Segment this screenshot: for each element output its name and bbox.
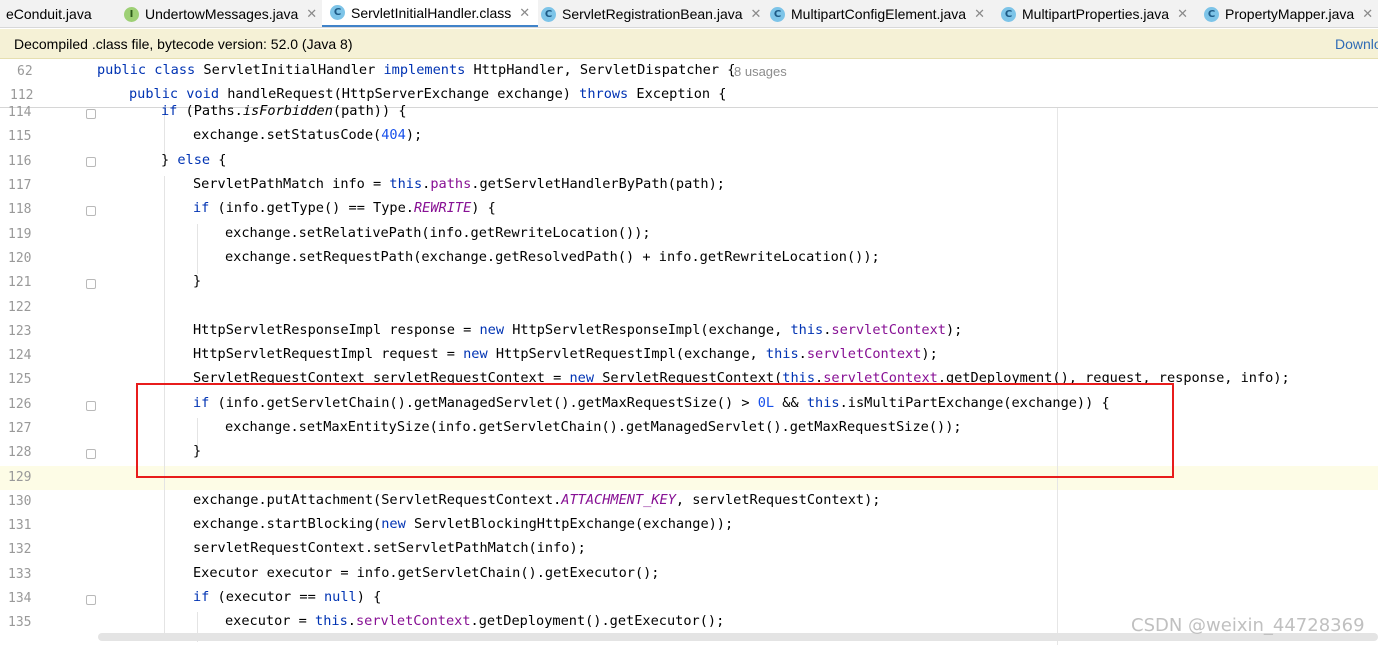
code-line[interactable]: } else { xyxy=(161,152,227,168)
line-number: 117 xyxy=(8,178,32,193)
fold-marker-icon[interactable] xyxy=(86,449,96,459)
code-line[interactable]: exchange.putAttachment(ServletRequestCon… xyxy=(193,492,880,508)
line-number: 127 xyxy=(8,421,32,436)
line-number: 120 xyxy=(8,251,32,266)
line-number: 135 xyxy=(8,615,32,630)
notice-message: Decompiled .class file, bytecode version… xyxy=(14,36,353,52)
code-line[interactable]: executor = this.servletContext.getDeploy… xyxy=(225,613,724,629)
line-number: 115 xyxy=(8,129,32,144)
line-number: 116 xyxy=(8,154,32,169)
line-number: 130 xyxy=(8,494,32,509)
usages-hint[interactable]: 8 usages xyxy=(734,64,787,79)
fold-marker-icon[interactable] xyxy=(86,109,96,119)
class-icon: C xyxy=(1001,6,1016,22)
line-number: 112 xyxy=(10,88,34,103)
download-sources-link[interactable]: Downlo xyxy=(1335,36,1378,52)
tab-label: PropertyMapper.java xyxy=(1225,6,1355,22)
tab-label: ServletRegistrationBean.java xyxy=(562,6,743,22)
tab-propertymapper[interactable]: C PropertyMapper.java ✕ xyxy=(1204,0,1373,27)
tab-undertowmessages[interactable]: I UndertowMessages.java ✕ xyxy=(124,0,317,27)
close-icon[interactable]: ✕ xyxy=(519,5,530,21)
indent-guide xyxy=(197,224,198,274)
code-line[interactable]: exchange.setRequestPath(exchange.getReso… xyxy=(225,249,880,265)
code-line[interactable]: if (info.getType() == Type.REWRITE) { xyxy=(193,200,496,216)
close-icon[interactable]: ✕ xyxy=(1362,6,1373,22)
code-line[interactable]: HttpServletResponseImpl response = new H… xyxy=(193,322,962,338)
line-number: 132 xyxy=(8,542,32,557)
sticky-line-class[interactable]: 62 public class ServletInitialHandler im… xyxy=(0,59,1378,83)
code-line[interactable]: } xyxy=(193,273,201,289)
code-line[interactable]: exchange.startBlocking(new ServletBlocki… xyxy=(193,516,733,532)
line-number: 134 xyxy=(8,591,32,606)
close-icon[interactable]: ✕ xyxy=(751,6,762,22)
class-icon: C xyxy=(770,6,785,22)
code-line[interactable]: servletRequestContext.setServletPathMatc… xyxy=(193,540,586,556)
tab-label: MultipartConfigElement.java xyxy=(791,6,967,22)
line-number: 121 xyxy=(8,275,32,290)
line-number: 128 xyxy=(8,445,32,460)
interface-icon: I xyxy=(124,6,139,22)
line-number: 124 xyxy=(8,348,32,363)
line-number: 125 xyxy=(8,372,32,387)
line-number: 122 xyxy=(8,300,32,315)
fold-marker-icon[interactable] xyxy=(86,401,96,411)
line-number: 62 xyxy=(17,64,33,79)
code-line[interactable]: if (Paths.isForbidden(path)) { xyxy=(161,103,407,119)
code-line[interactable]: exchange.setRelativePath(info.getRewrite… xyxy=(225,225,651,241)
tab-label: eConduit.java xyxy=(6,6,92,22)
close-icon[interactable]: ✕ xyxy=(306,6,317,22)
line-number: 123 xyxy=(8,324,32,339)
line-number: 129 xyxy=(8,470,32,485)
close-icon[interactable]: ✕ xyxy=(1177,6,1188,22)
tab-multipartproperties[interactable]: C MultipartProperties.java ✕ xyxy=(1001,0,1188,27)
line-number: 118 xyxy=(8,202,32,217)
code-line[interactable]: if (executor == null) { xyxy=(193,589,381,605)
tab-servletinitialhandler[interactable]: C ServletInitialHandler.class ✕ xyxy=(322,0,539,27)
class-icon: C xyxy=(330,5,345,20)
line-number: 114 xyxy=(8,105,32,120)
decompiled-notice-bar: Decompiled .class file, bytecode version… xyxy=(0,29,1378,59)
tab-label: ServletInitialHandler.class xyxy=(351,4,512,21)
fold-marker-icon[interactable] xyxy=(86,595,96,605)
code-line[interactable]: ServletPathMatch info = this.paths.getSe… xyxy=(193,176,725,192)
fold-marker-icon[interactable] xyxy=(86,157,96,167)
fold-marker-icon[interactable] xyxy=(86,279,96,289)
tab-label: MultipartProperties.java xyxy=(1022,6,1170,22)
code-line[interactable]: Executor executor = info.getServletChain… xyxy=(193,565,660,581)
sticky-method-declaration: public void handleRequest(HttpServerExch… xyxy=(129,86,727,102)
tab-label: UndertowMessages.java xyxy=(145,6,299,22)
annotation-highlight-box xyxy=(136,383,1174,478)
class-locked-icon: C xyxy=(1204,6,1219,22)
class-icon: C xyxy=(541,6,556,22)
tab-multipartconfigelement[interactable]: C MultipartConfigElement.java ✕ xyxy=(770,0,985,27)
editor-tab-bar: eConduit.java I UndertowMessages.java ✕ … xyxy=(0,0,1378,28)
line-number: 131 xyxy=(8,518,32,533)
line-number: 133 xyxy=(8,567,32,582)
sticky-class-declaration: public class ServletInitialHandler imple… xyxy=(97,62,736,78)
watermark-text: CSDN @weixin_44728369 xyxy=(1131,615,1365,636)
code-line[interactable]: HttpServletRequestImpl request = new Htt… xyxy=(193,346,938,362)
tab-servletregistrationbean[interactable]: C ServletRegistrationBean.java ✕ xyxy=(541,0,762,27)
tab-econduit[interactable]: eConduit.java xyxy=(6,0,92,27)
close-icon[interactable]: ✕ xyxy=(974,6,985,22)
line-number: 126 xyxy=(8,397,32,412)
line-number: 119 xyxy=(8,227,32,242)
fold-marker-icon[interactable] xyxy=(86,206,96,216)
code-line[interactable]: exchange.setStatusCode(404); xyxy=(193,127,422,143)
